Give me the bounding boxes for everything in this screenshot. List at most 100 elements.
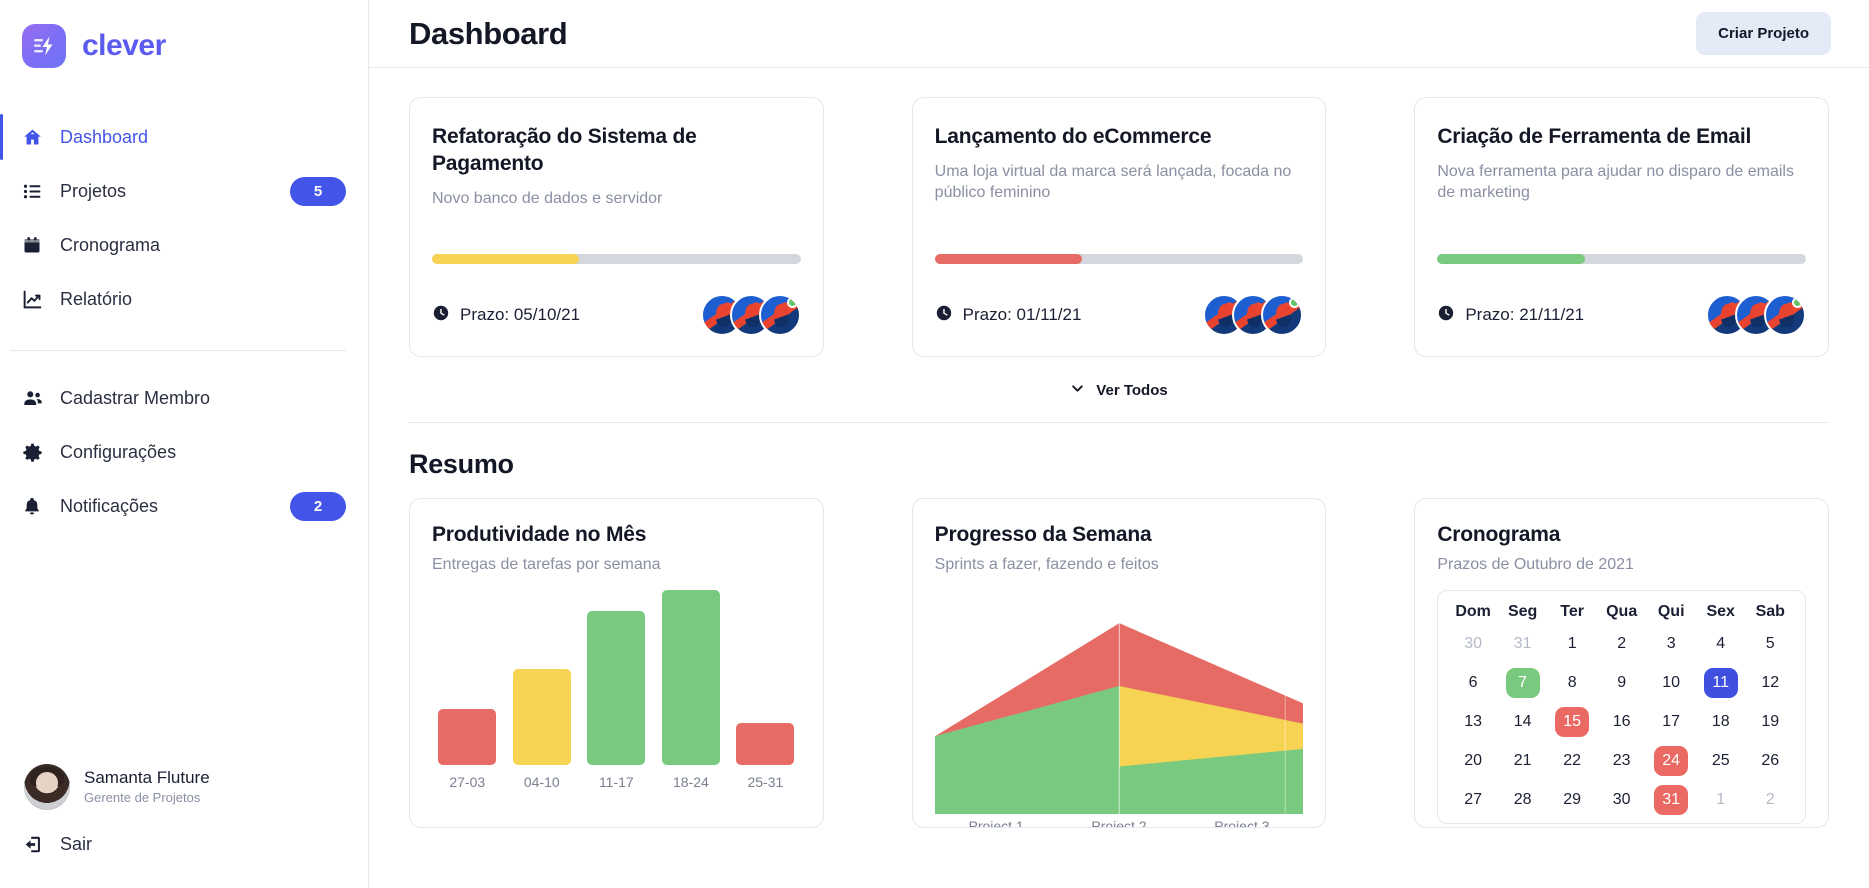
create-project-button[interactable]: Criar Projeto — [1696, 12, 1831, 55]
bar-label: 04-10 — [523, 774, 560, 790]
calendar-weekday: Qua — [1606, 603, 1638, 620]
member-avatars[interactable] — [1203, 294, 1304, 336]
home-icon — [22, 127, 52, 148]
calendar-cell[interactable]: 21 — [1498, 744, 1548, 778]
calendar-day: 19 — [1761, 713, 1780, 730]
list-icon — [22, 181, 52, 202]
calendar[interactable]: Dom Seg Ter Qua Qui Sex Sab 30 31 1 2 3 … — [1437, 590, 1807, 824]
content-area: Refatoração do Sistema de Pagamento Novo… — [369, 68, 1869, 828]
sidebar-item-cronograma[interactable]: Cronograma — [0, 218, 368, 272]
calendar-cell[interactable]: 4 — [1696, 627, 1746, 661]
calendar-cell[interactable]: 31 — [1498, 627, 1548, 661]
member-avatar — [1764, 294, 1807, 336]
calendar-cell[interactable]: 23 — [1597, 744, 1647, 778]
card-title: Cronograma — [1437, 523, 1561, 546]
calendar-header-row: Dom Seg Ter Qua Qui Sex Sab — [1448, 603, 1795, 627]
project-description: Uma loja virtual da marca será lançada, … — [934, 162, 1292, 202]
bar-label: 11-17 — [598, 774, 634, 790]
calendar-cell[interactable]: 17 — [1646, 705, 1696, 739]
bar-label: 18-24 — [672, 774, 709, 790]
calendar-cell[interactable]: 9 — [1597, 666, 1647, 700]
sidebar-item-label: Relatório — [60, 288, 133, 309]
calendar-cell[interactable]: 27 — [1448, 783, 1498, 817]
ver-todos-button[interactable]: Ver Todos — [1070, 381, 1168, 400]
sidebar-item-notificacoes[interactable]: Notificações 2 — [0, 479, 368, 533]
progress-fill — [1437, 254, 1585, 264]
lightning-bolt-icon — [22, 24, 66, 68]
calendar-day: 3 — [1666, 635, 1676, 652]
sidebar-item-cadastrar-membro[interactable]: Cadastrar Membro — [0, 371, 368, 425]
sidebar-item-configuracoes[interactable]: Configurações — [0, 425, 368, 479]
ver-todos-row: Ver Todos — [409, 357, 1829, 422]
logout-button[interactable]: Sair — [0, 818, 368, 870]
ver-todos-label: Ver Todos — [1096, 382, 1168, 399]
progress-track — [934, 254, 1304, 264]
brand[interactable]: clever — [0, 0, 368, 72]
calendar-cell[interactable]: 10 — [1646, 666, 1696, 700]
bar-label: 27-03 — [449, 774, 486, 790]
calendar-cell[interactable]: 13 — [1448, 705, 1498, 739]
calendar-cell[interactable]: 25 — [1696, 744, 1746, 778]
calendar-cell[interactable]: 19 — [1745, 705, 1795, 739]
chevron-down-icon — [1070, 381, 1085, 400]
calendar-cell[interactable]: 28 — [1498, 783, 1548, 817]
calendar-cell[interactable]: 2 — [1745, 783, 1795, 817]
sidebar-item-projetos[interactable]: Projetos 5 — [0, 164, 368, 218]
calendar-cell[interactable]: 30 — [1448, 627, 1498, 661]
bar — [587, 611, 646, 765]
card-subtitle: Prazos de Outubro de 2021 — [1437, 556, 1634, 573]
calendar-cell[interactable]: 5 — [1745, 627, 1795, 661]
calendar-cell[interactable]: 11 — [1696, 666, 1746, 700]
bar — [512, 669, 571, 765]
calendar-cell[interactable]: 2 — [1597, 627, 1647, 661]
card-subtitle: Entregas de tarefas por semana — [432, 556, 661, 573]
project-card[interactable]: Criação de Ferramenta de Email Nova ferr… — [1414, 97, 1830, 357]
calendar-cell[interactable]: 16 — [1597, 705, 1647, 739]
calendar-day: 6 — [1468, 674, 1478, 691]
calendar-day: 2 — [1765, 791, 1775, 808]
calendar-cell[interactable]: 18 — [1696, 705, 1746, 739]
calendar-cell[interactable]: 8 — [1547, 666, 1597, 700]
calendar-cell[interactable]: 3 — [1646, 627, 1696, 661]
project-card[interactable]: Lançamento do eCommerce Uma loja virtual… — [911, 97, 1327, 357]
member-avatars[interactable] — [1706, 294, 1807, 336]
calendar-cell[interactable]: 6 — [1448, 666, 1498, 700]
page-title: Dashboard — [409, 15, 568, 51]
calendar-day-highlight-red: 31 — [1654, 785, 1689, 815]
calendar-cell[interactable]: 26 — [1745, 744, 1795, 778]
summary-card-cronograma: Cronograma Prazos de Outubro de 2021 Dom… — [1414, 498, 1830, 828]
calendar-cell[interactable]: 24 — [1646, 744, 1696, 778]
project-description: Nova ferramenta para ajudar no disparo d… — [1437, 162, 1794, 202]
chart-line-icon — [22, 289, 52, 310]
bar-column: 25-31 — [734, 590, 797, 790]
calendar-day: 8 — [1567, 674, 1577, 691]
sidebar-item-relatorio[interactable]: Relatório — [0, 272, 368, 326]
calendar-cell[interactable]: 22 — [1547, 744, 1597, 778]
calendar-cell[interactable]: 12 — [1745, 666, 1795, 700]
project-title: Criação de Ferramenta de Email — [1437, 125, 1752, 148]
calendar-cell[interactable]: 14 — [1498, 705, 1548, 739]
area-label: Project 2 — [1091, 818, 1147, 828]
calendar-cell[interactable]: 7 — [1498, 666, 1548, 700]
gear-icon — [22, 442, 52, 463]
project-card[interactable]: Refatoração do Sistema de Pagamento Novo… — [409, 97, 824, 357]
user-profile[interactable]: Samanta Fluture Gerente de Projetos — [0, 756, 368, 818]
brand-name: clever — [82, 29, 166, 62]
calendar-cell[interactable]: 29 — [1547, 783, 1597, 817]
member-avatars[interactable] — [700, 294, 801, 336]
calendar-cell[interactable]: 20 — [1448, 744, 1498, 778]
card-title: Progresso da Semana — [934, 523, 1152, 546]
deadline: Prazo: 01/11/21 — [935, 304, 1081, 327]
summary-card-progresso: Progresso da Semana Sprints a fazer, faz… — [911, 498, 1327, 828]
calendar-cell[interactable]: 30 — [1597, 783, 1647, 817]
calendar-cell[interactable]: 1 — [1547, 627, 1597, 661]
calendar-weekday: Dom — [1455, 603, 1491, 620]
sidebar-item-dashboard[interactable]: Dashboard — [0, 110, 368, 164]
project-card-footer: Prazo: 01/11/21 — [935, 294, 1304, 336]
bar — [736, 723, 795, 765]
user-role: Gerente de Projetos — [84, 790, 201, 806]
calendar-day: 25 — [1711, 752, 1730, 769]
calendar-cell[interactable]: 15 — [1547, 705, 1597, 739]
calendar-cell[interactable]: 31 — [1646, 783, 1696, 817]
calendar-cell[interactable]: 1 — [1696, 783, 1746, 817]
